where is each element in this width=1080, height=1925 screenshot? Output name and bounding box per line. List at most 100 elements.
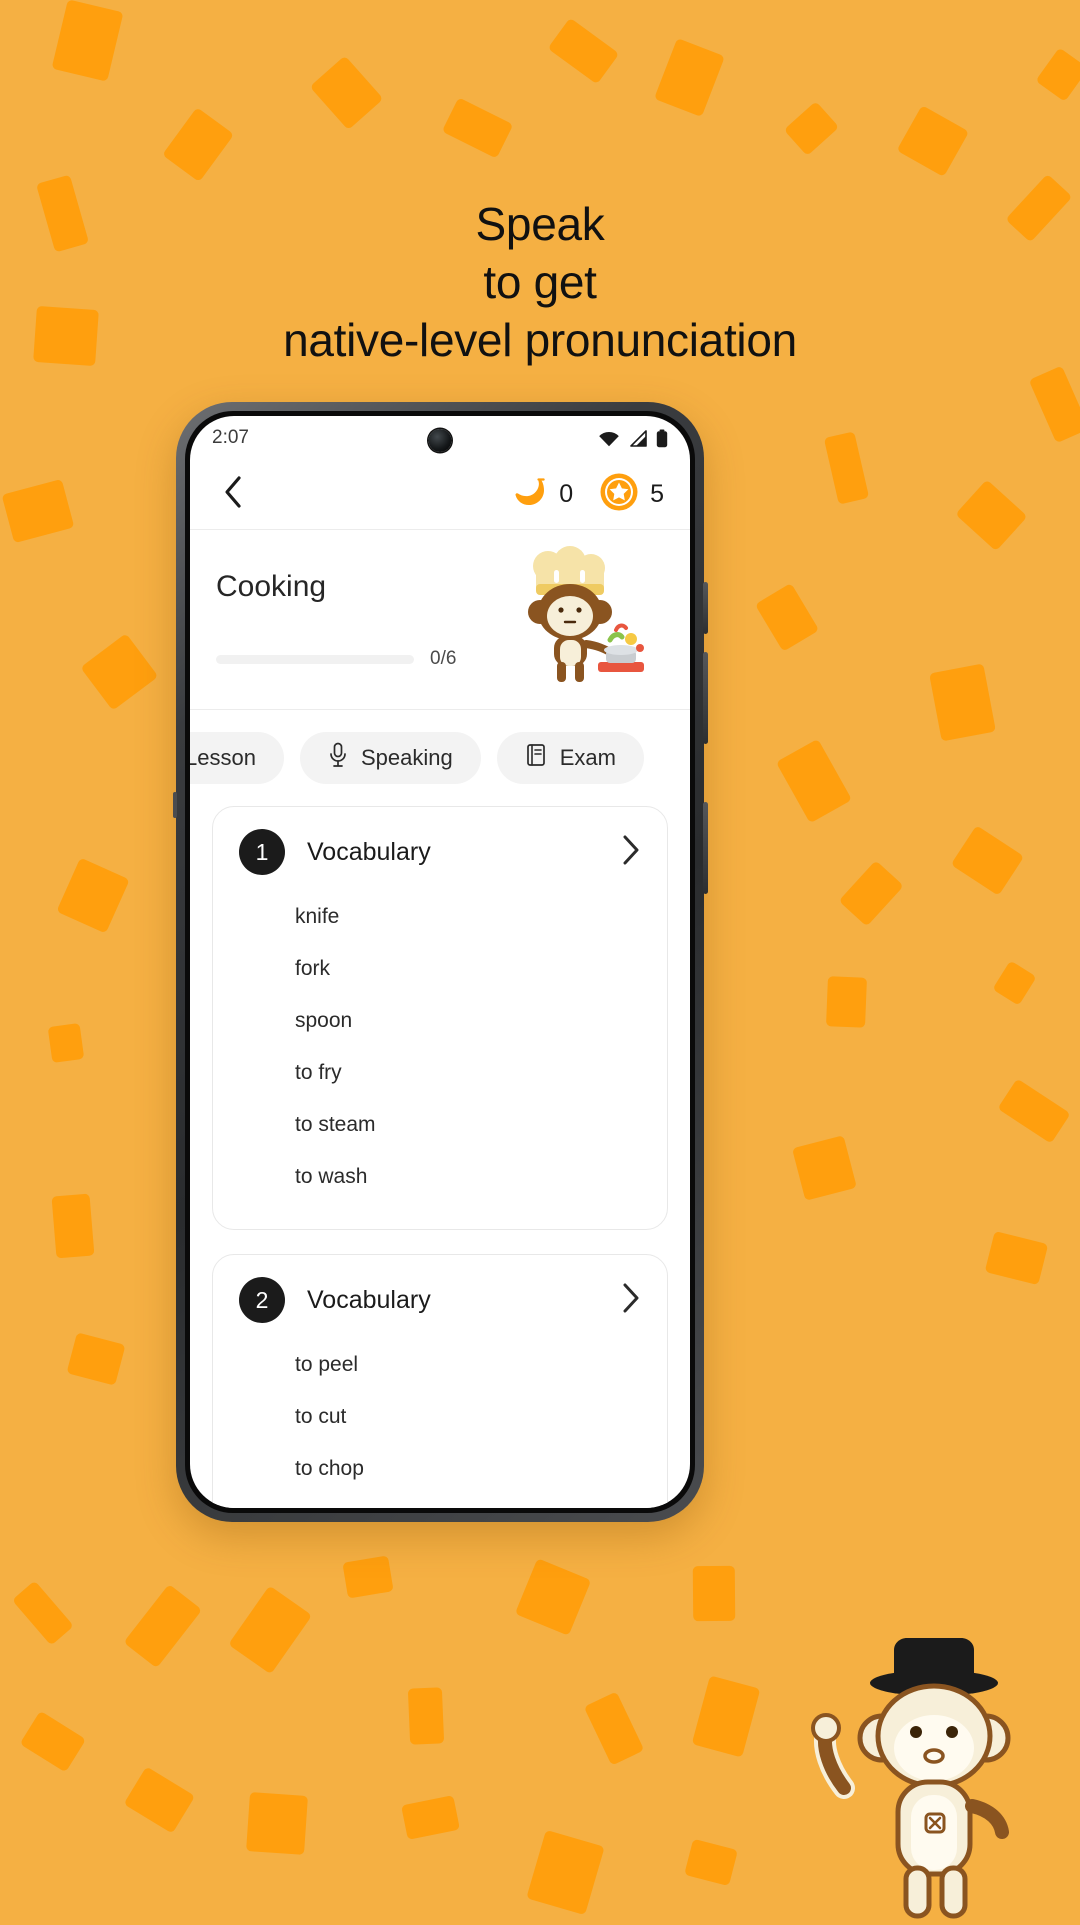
confetti-piece (992, 960, 1037, 1007)
headline-line-3: native-level pronunciation (283, 314, 797, 366)
vocabulary-card[interactable]: 2 Vocabulary to peelto cutto chopto putto … (212, 1254, 668, 1508)
battery-icon (656, 429, 668, 448)
confetti-piece (51, 0, 124, 83)
vocabulary-word[interactable]: to fry (295, 1047, 641, 1099)
banana-icon (510, 477, 548, 512)
confetti-piece (12, 1580, 75, 1647)
chevron-right-icon[interactable] (621, 1282, 641, 1319)
tab-speaking[interactable]: Speaking (299, 732, 481, 784)
coin-count: 5 (650, 480, 664, 508)
vocabulary-word[interactable]: to steam (295, 1099, 641, 1151)
confetti-piece (245, 1792, 308, 1856)
lesson-tabs: Lesson Speaking Exam (190, 710, 690, 806)
tab-exam-label: Exam (559, 745, 616, 770)
monkey-with-hat-mascot-icon (782, 1620, 1072, 1920)
microphone-icon (328, 742, 348, 774)
confetti-piece (824, 431, 870, 505)
headline-line-2: to get (483, 256, 597, 308)
vocabulary-word[interactable]: fork (295, 943, 641, 995)
back-chevron-icon (222, 475, 244, 514)
phone-screen: 2:07 0 5 Cooking 0/6 Lesson Speaking Exa… (190, 416, 690, 1508)
confetti-piece (950, 825, 1025, 896)
vocabulary-word-list: knife fork spoon to fry to steam to wash (239, 891, 641, 1203)
confetti-piece (56, 857, 130, 934)
monkey-chef-mascot-icon (498, 544, 666, 686)
tab-lesson-label: Lesson (190, 745, 256, 770)
status-bar-icons (598, 429, 668, 448)
front-camera-punchhole-icon (428, 429, 452, 452)
confetti-piece (124, 1584, 203, 1668)
tab-lesson[interactable]: Lesson (190, 732, 284, 784)
confetti-piece (584, 1691, 645, 1766)
status-bar: 2:07 (190, 416, 690, 460)
confetti-piece (342, 1555, 394, 1598)
banana-stat[interactable]: 0 (510, 477, 573, 512)
confetti-piece (2, 479, 76, 544)
vocabulary-card-title: Vocabulary (307, 1285, 431, 1314)
app-nav-bar: 0 5 (190, 460, 690, 530)
confetti-piece (442, 97, 515, 159)
coin-stat[interactable]: 5 (599, 472, 664, 517)
vocabulary-word[interactable]: to wash (295, 1151, 641, 1203)
progress-label: 0/6 (430, 648, 457, 669)
wifi-icon (598, 430, 620, 447)
confetti-piece (754, 582, 819, 651)
confetti-piece (66, 1332, 127, 1387)
confetti-piece (693, 1566, 736, 1622)
confetti-piece (400, 1795, 460, 1840)
vocabulary-word[interactable]: spoon (295, 995, 641, 1047)
tab-exam[interactable]: Exam (496, 732, 644, 784)
star-coin-icon (599, 472, 639, 517)
vocabulary-word[interactable]: to put (295, 1495, 641, 1508)
banana-count: 0 (559, 480, 574, 508)
confetti-piece (526, 1829, 605, 1915)
vocabulary-card-header[interactable]: 2 Vocabulary (239, 1277, 641, 1323)
vocabulary-word-list: to peelto cutto chopto putto stir fry (239, 1339, 641, 1508)
vocabulary-card-list: 1 Vocabulary knife fork spoon to fry to steam t… (190, 806, 690, 1508)
confetti-piece (826, 976, 868, 1028)
headline-line-1: Speak (475, 198, 605, 250)
confetti-piece (227, 1585, 313, 1675)
confetti-piece (896, 105, 969, 177)
vocabulary-card[interactable]: 1 Vocabulary knife fork spoon to fry to steam t… (212, 806, 668, 1230)
confetti-piece (124, 1766, 196, 1834)
vocabulary-word[interactable]: to peel (295, 1339, 641, 1391)
confetti-piece (784, 100, 840, 156)
lesson-header: Cooking 0/6 (190, 530, 690, 710)
confetti-piece (996, 1078, 1071, 1144)
confetti-piece (309, 55, 383, 130)
status-bar-time: 2:07 (212, 427, 249, 448)
confetti-piece (838, 860, 905, 928)
vocabulary-card-title: Vocabulary (307, 837, 431, 866)
vocabulary-card-header[interactable]: 1 Vocabulary (239, 829, 641, 875)
confetti-piece (408, 1687, 445, 1745)
phone-mockup: 2:07 0 5 Cooking 0/6 Lesson Speaking Exa… (173, 402, 708, 1522)
confetti-piece (775, 738, 852, 824)
promo-headline: Speak to get native-level pronunciation (0, 195, 1080, 369)
vocabulary-word[interactable]: to cut (295, 1391, 641, 1443)
vocabulary-word[interactable]: to chop (295, 1443, 641, 1495)
confetti-piece (80, 633, 159, 712)
signal-icon (628, 429, 648, 447)
confetti-piece (48, 1023, 85, 1064)
confetti-piece (683, 1838, 739, 1887)
tab-speaking-label: Speaking (360, 745, 453, 770)
confetti-piece (19, 1710, 86, 1772)
phone-volume-down-button (703, 652, 708, 744)
confetti-piece (514, 1557, 592, 1636)
back-button[interactable] (216, 475, 250, 514)
chevron-right-icon[interactable] (621, 834, 641, 871)
nav-stats: 0 5 (510, 472, 664, 517)
vocabulary-word[interactable]: knife (295, 891, 641, 943)
confetti-piece (1035, 47, 1080, 102)
confetti-piece (955, 478, 1028, 551)
phone-side-slot (173, 792, 177, 818)
vocabulary-card-number: 2 (239, 1277, 285, 1323)
progress-bar-track (216, 654, 414, 664)
vocabulary-card-number: 1 (239, 829, 285, 875)
exam-book-icon (525, 743, 547, 773)
confetti-piece (984, 1231, 1048, 1286)
confetti-piece (1028, 365, 1080, 443)
phone-bezel: 2:07 0 5 Cooking 0/6 Lesson Speaking Exa… (185, 411, 695, 1513)
confetti-piece (547, 18, 620, 85)
